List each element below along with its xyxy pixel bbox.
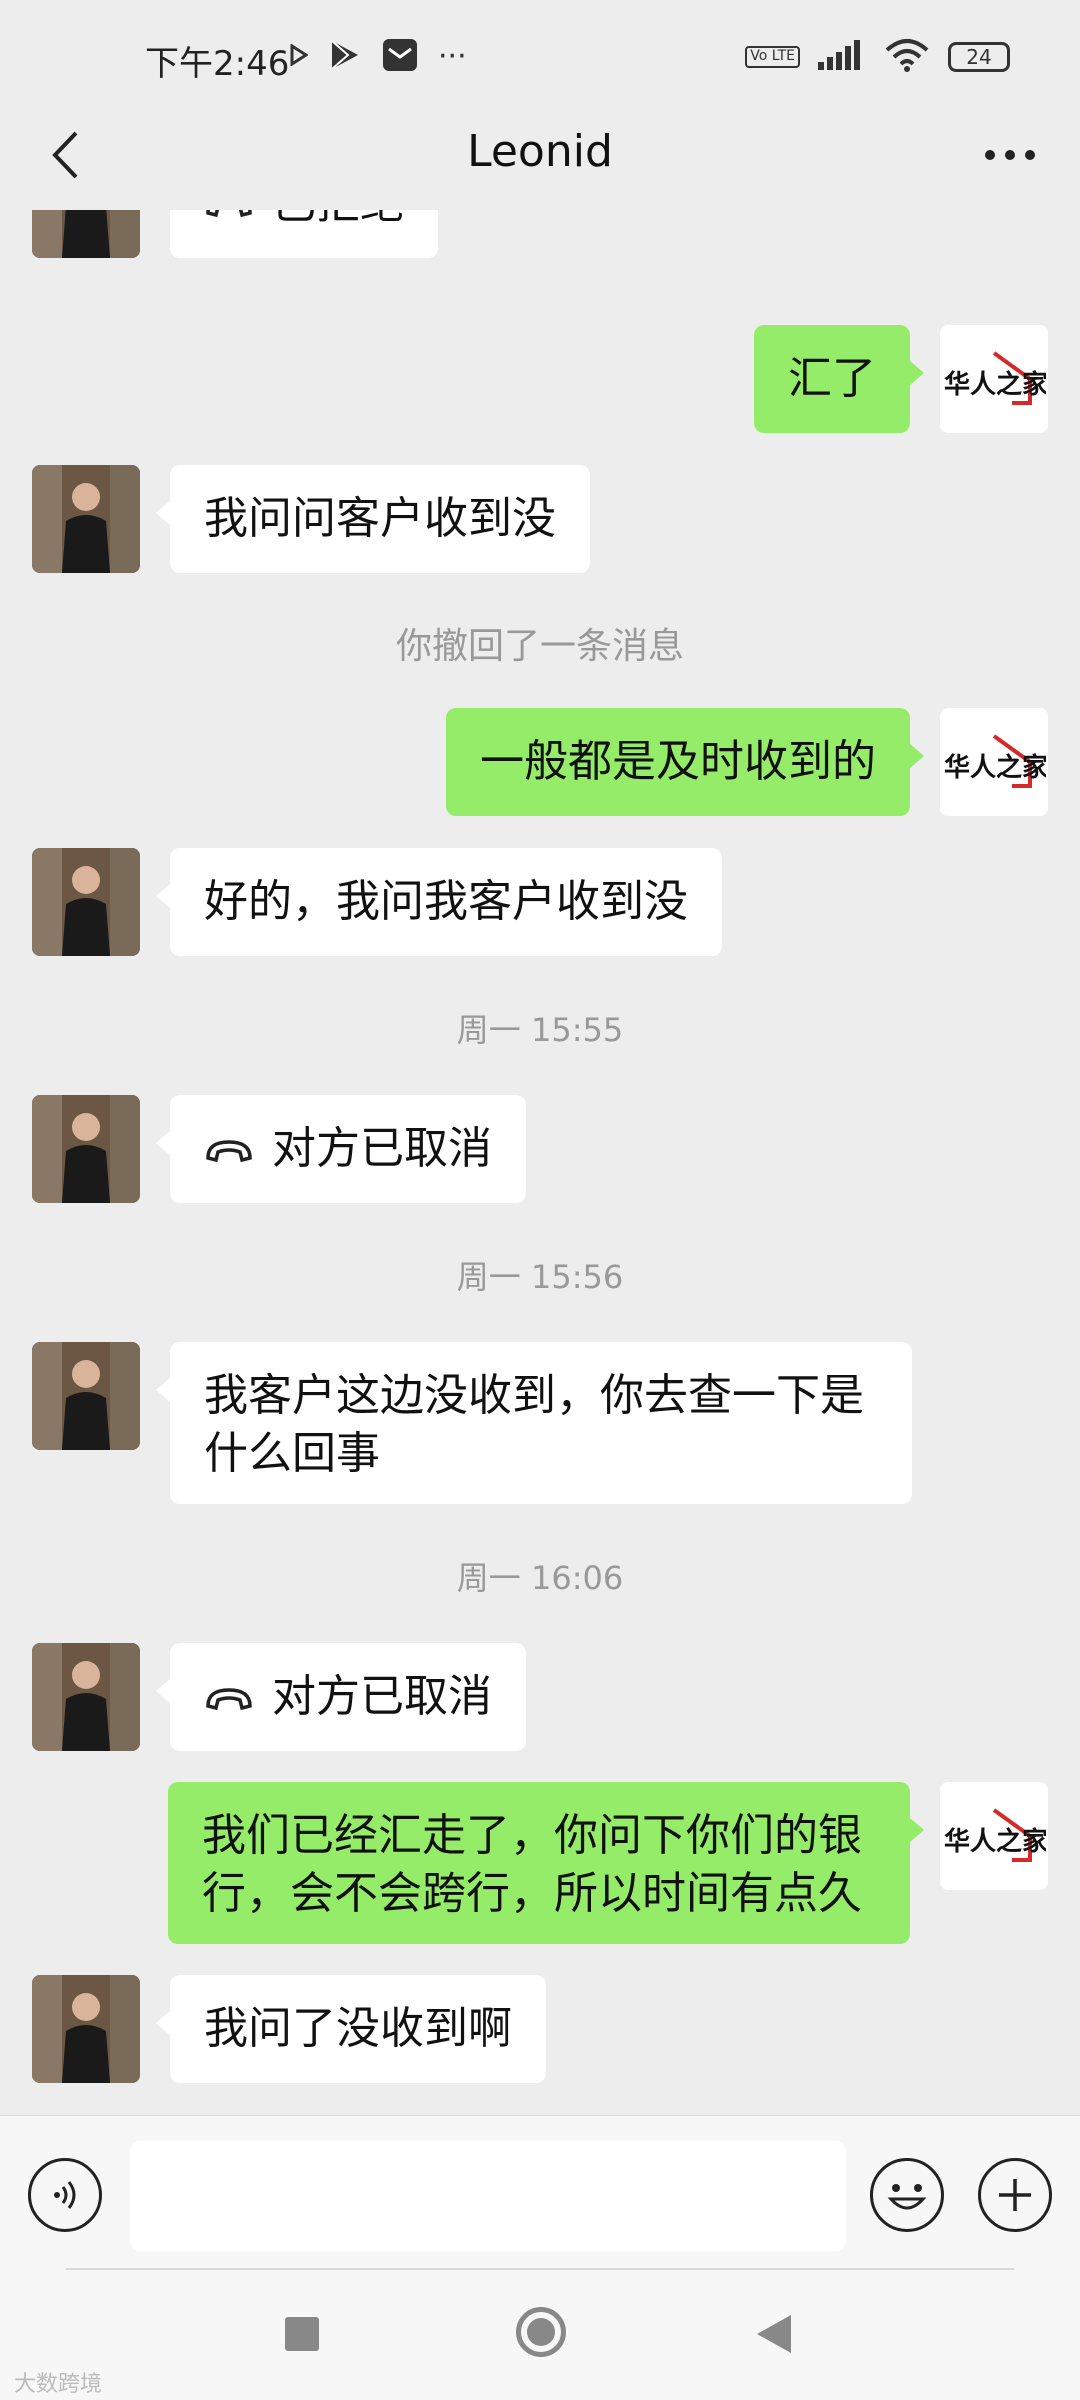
my-avatar[interactable]: 华人之家 (940, 708, 1048, 816)
back-triangle-icon[interactable] (757, 2315, 791, 2353)
message-bubble[interactable]: 我客户这边没收到，你去查一下是 什么回事 (156, 1342, 912, 1504)
play-store-icon (328, 38, 362, 76)
status-right-icons: Vo LTE 24 (745, 38, 1010, 76)
plus-icon (999, 2179, 1031, 2211)
timestamp: 周一 15:56 (456, 1258, 624, 1296)
watermark: 大数跨境 (14, 2372, 103, 2397)
message-bubble[interactable]: 一般都是及时收到的 (446, 708, 924, 816)
status-left-icons: ··· (290, 38, 467, 76)
home-icon[interactable] (516, 2307, 566, 2357)
call-record-bubble[interactable]: 已拒绝 (170, 210, 438, 258)
call-record-bubble[interactable]: 对方已取消 (156, 1095, 526, 1203)
message-list[interactable]: 已拒绝 汇了 华人之家 我问问客户收到没 你撤回了一条消息 一般都是及时收到的 … (0, 210, 1080, 2115)
message-text: 我问了没收到啊 (204, 2003, 512, 2054)
contact-avatar[interactable] (32, 210, 140, 258)
emoji-button[interactable] (870, 2158, 944, 2232)
contact-name: Leonid (467, 126, 613, 177)
phone-hangup-icon (206, 1140, 252, 1163)
call-status-text: 已拒绝 (272, 210, 404, 229)
system-notice: 你撤回了一条消息 (395, 626, 684, 667)
message-bubble[interactable]: 我问问客户收到没 (156, 465, 590, 573)
message-line: 我客户这边没收到，你去查一下是 (204, 1370, 864, 1421)
more-options-button[interactable] (970, 120, 1050, 190)
contact-avatar[interactable] (32, 848, 140, 956)
system-nav-bar (0, 2275, 1080, 2400)
status-time: 下午2:46 (145, 44, 290, 84)
chat-header: Leonid (0, 100, 1080, 210)
call-status-text: 对方已取消 (272, 1671, 492, 1722)
input-bar (0, 2115, 1080, 2276)
message-input[interactable] (130, 2141, 846, 2251)
message-line: 我们已经汇走了，你问下你们的银 (202, 1810, 862, 1861)
contact-avatar[interactable] (32, 1095, 140, 1203)
logo-text: 华人之家 (944, 369, 1046, 400)
message-text: 我问问客户收到没 (204, 493, 556, 544)
more-dots-icon: ··· (438, 39, 467, 74)
message-bubble[interactable]: 我们已经汇走了，你问下你们的银 行，会不会跨行，所以时间有点久 (168, 1782, 924, 1944)
plus-button[interactable] (978, 2158, 1052, 2232)
voice-button[interactable] (28, 2158, 102, 2232)
contact-avatar[interactable] (32, 465, 140, 573)
message-bubble[interactable]: 好的，我问我客户收到没 (156, 848, 722, 956)
logo-text: 华人之家 (944, 1826, 1046, 1857)
volte-icon: Vo LTE (745, 46, 800, 68)
signal-icon (818, 40, 866, 74)
wifi-icon (884, 38, 930, 76)
timestamp: 周一 16:06 (456, 1559, 624, 1597)
message-line: 行，会不会跨行，所以时间有点久 (202, 1868, 862, 1919)
logo-text: 华人之家 (944, 752, 1046, 783)
home-icon-inner (527, 2318, 555, 2346)
call-record-bubble[interactable]: 对方已取消 (156, 1643, 526, 1751)
play-small-icon (290, 43, 309, 70)
call-status-text: 对方已取消 (272, 1123, 492, 1174)
message-line: 什么回事 (204, 1428, 380, 1479)
my-avatar[interactable]: 华人之家 (940, 1782, 1048, 1890)
contact-avatar[interactable] (32, 1975, 140, 2083)
message-text: 好的，我问我客户收到没 (204, 876, 688, 927)
more-dots-icon (985, 150, 1035, 160)
message-bubble[interactable]: 汇了 (754, 325, 924, 433)
timestamp: 周一 15:55 (456, 1011, 624, 1049)
emoji-icon (887, 2184, 927, 2210)
message-text: 一般都是及时收到的 (480, 736, 876, 787)
recent-apps-icon[interactable] (285, 2317, 319, 2351)
message-bubble[interactable]: 我问了没收到啊 (156, 1975, 546, 2083)
mail-icon (382, 38, 418, 76)
phone-hangup-icon (206, 210, 252, 218)
my-avatar[interactable]: 华人之家 (940, 325, 1048, 433)
divider (66, 2268, 1014, 2270)
phone-hangup-icon (206, 1688, 252, 1711)
battery-icon: 24 (948, 42, 1010, 72)
contact-avatar[interactable] (32, 1342, 140, 1450)
message-text: 汇了 (788, 353, 876, 404)
contact-avatar[interactable] (32, 1643, 140, 1751)
voice-icon (54, 2181, 76, 2209)
